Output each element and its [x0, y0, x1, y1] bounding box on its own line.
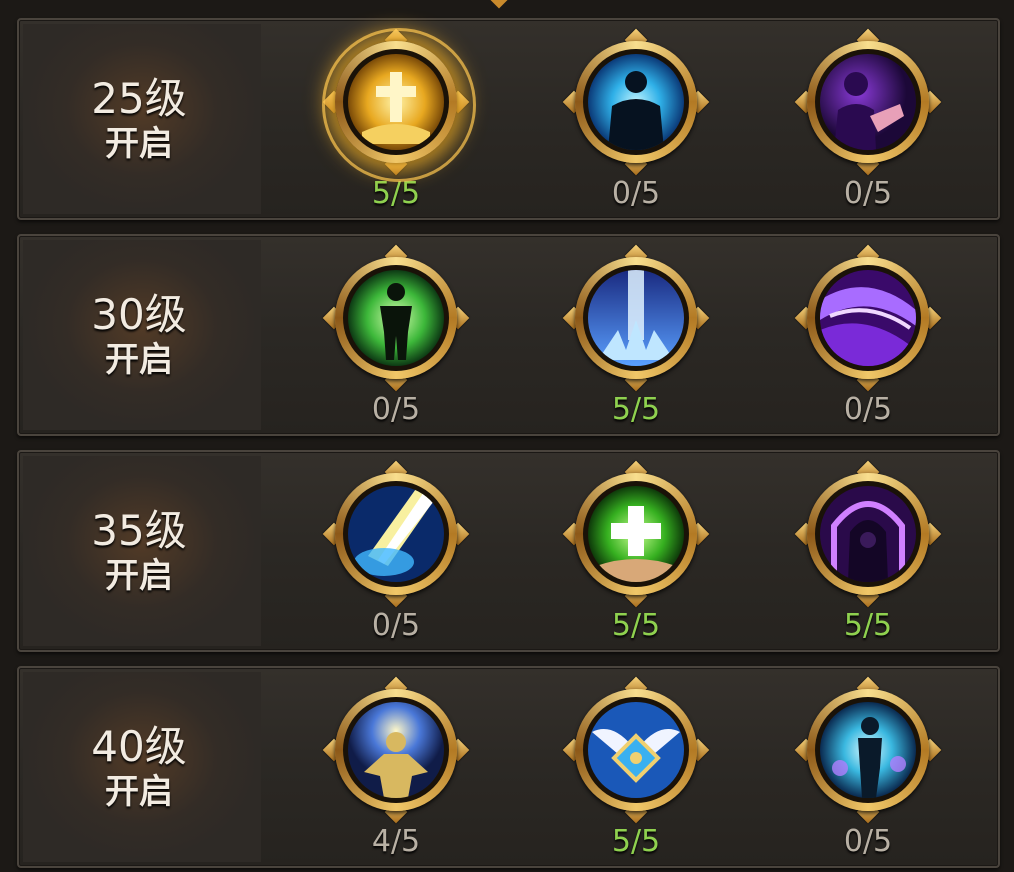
skill-level-count: 5/5: [611, 392, 661, 427]
skill-frame[interactable]: [562, 28, 710, 176]
skill-slot[interactable]: 0/5: [793, 676, 943, 870]
tier-level: 35级: [91, 506, 187, 555]
skill-level-count: 0/5: [843, 176, 893, 211]
skill-frame[interactable]: [794, 28, 942, 176]
skill-frame[interactable]: [322, 460, 470, 608]
skill-slot[interactable]: 0/5: [793, 28, 943, 222]
tier-level: 30级: [91, 290, 187, 339]
skill-frame[interactable]: [562, 460, 710, 608]
skill-level-count: 0/5: [843, 824, 893, 859]
tier-unlock-text: 开启: [105, 340, 173, 380]
tier-unlock-text: 开启: [105, 124, 173, 164]
skill-level-count: 5/5: [611, 608, 661, 643]
skill-frame[interactable]: [562, 244, 710, 392]
skill-slot[interactable]: 0/5: [321, 460, 471, 654]
purple-swirl-icon: [820, 270, 916, 366]
skill-frame[interactable]: [794, 676, 942, 824]
skill-level-count: 5/5: [843, 608, 893, 643]
blue-light-burst-icon: [588, 270, 684, 366]
skill-slot[interactable]: 5/5: [561, 676, 711, 870]
blue-energy-figure-icon: [820, 702, 916, 798]
tier-row-40: 40级 开启 4/5 5/5 0/5: [17, 666, 1000, 868]
golden-warrior-icon: [348, 702, 444, 798]
skill-level-count: 0/5: [371, 608, 421, 643]
skill-frame[interactable]: [794, 460, 942, 608]
skill-slot[interactable]: 5/5: [561, 460, 711, 654]
tier-row-25: 25级 开启 5/5 0/5 0/5: [17, 18, 1000, 220]
skill-slot[interactable]: 5/5: [793, 460, 943, 654]
tier-level-label: 40级 开启: [23, 668, 255, 866]
skill-frame[interactable]: [794, 244, 942, 392]
winged-shield-icon: [588, 702, 684, 798]
skill-level-count: 0/5: [371, 392, 421, 427]
golden-cross-icon: [348, 54, 444, 150]
green-aura-figure-icon: [348, 270, 444, 366]
skill-slot[interactable]: 5/5: [561, 244, 711, 438]
hooded-mage-icon: [820, 486, 916, 582]
tier-level-label: 30级 开启: [23, 236, 255, 434]
skill-level-count: 0/5: [843, 392, 893, 427]
skill-frame[interactable]: [562, 676, 710, 824]
blue-comet-icon: [348, 486, 444, 582]
skill-slot[interactable]: 0/5: [561, 28, 711, 222]
tier-row-35: 35级 开启 0/5 5/5 5/5: [17, 450, 1000, 652]
top-notch-ornament: [490, 0, 508, 9]
tier-level: 40级: [91, 722, 187, 771]
skill-level-count: 4/5: [371, 824, 421, 859]
skill-slot[interactable]: 0/5: [321, 244, 471, 438]
skill-frame[interactable]: [322, 28, 476, 182]
skill-slot[interactable]: 5/5: [321, 28, 476, 222]
tier-unlock-text: 开启: [105, 556, 173, 596]
tier-row-30: 30级 开启 0/5 5/5 0/5: [17, 234, 1000, 436]
skill-frame[interactable]: [322, 676, 470, 824]
skill-slot[interactable]: 4/5: [321, 676, 471, 870]
green-heal-cross-icon: [588, 486, 684, 582]
tier-unlock-text: 开启: [105, 772, 173, 812]
skill-frame[interactable]: [322, 244, 470, 392]
tier-level-label: 25级 开启: [23, 20, 255, 218]
shadow-figure-blue-icon: [588, 54, 684, 150]
tier-level-label: 35级 开启: [23, 452, 255, 650]
skill-level-count: 0/5: [611, 176, 661, 211]
purple-hand-icon: [820, 54, 916, 150]
skill-level-count: 5/5: [611, 824, 661, 859]
tier-level: 25级: [91, 74, 187, 123]
skill-slot[interactable]: 0/5: [793, 244, 943, 438]
